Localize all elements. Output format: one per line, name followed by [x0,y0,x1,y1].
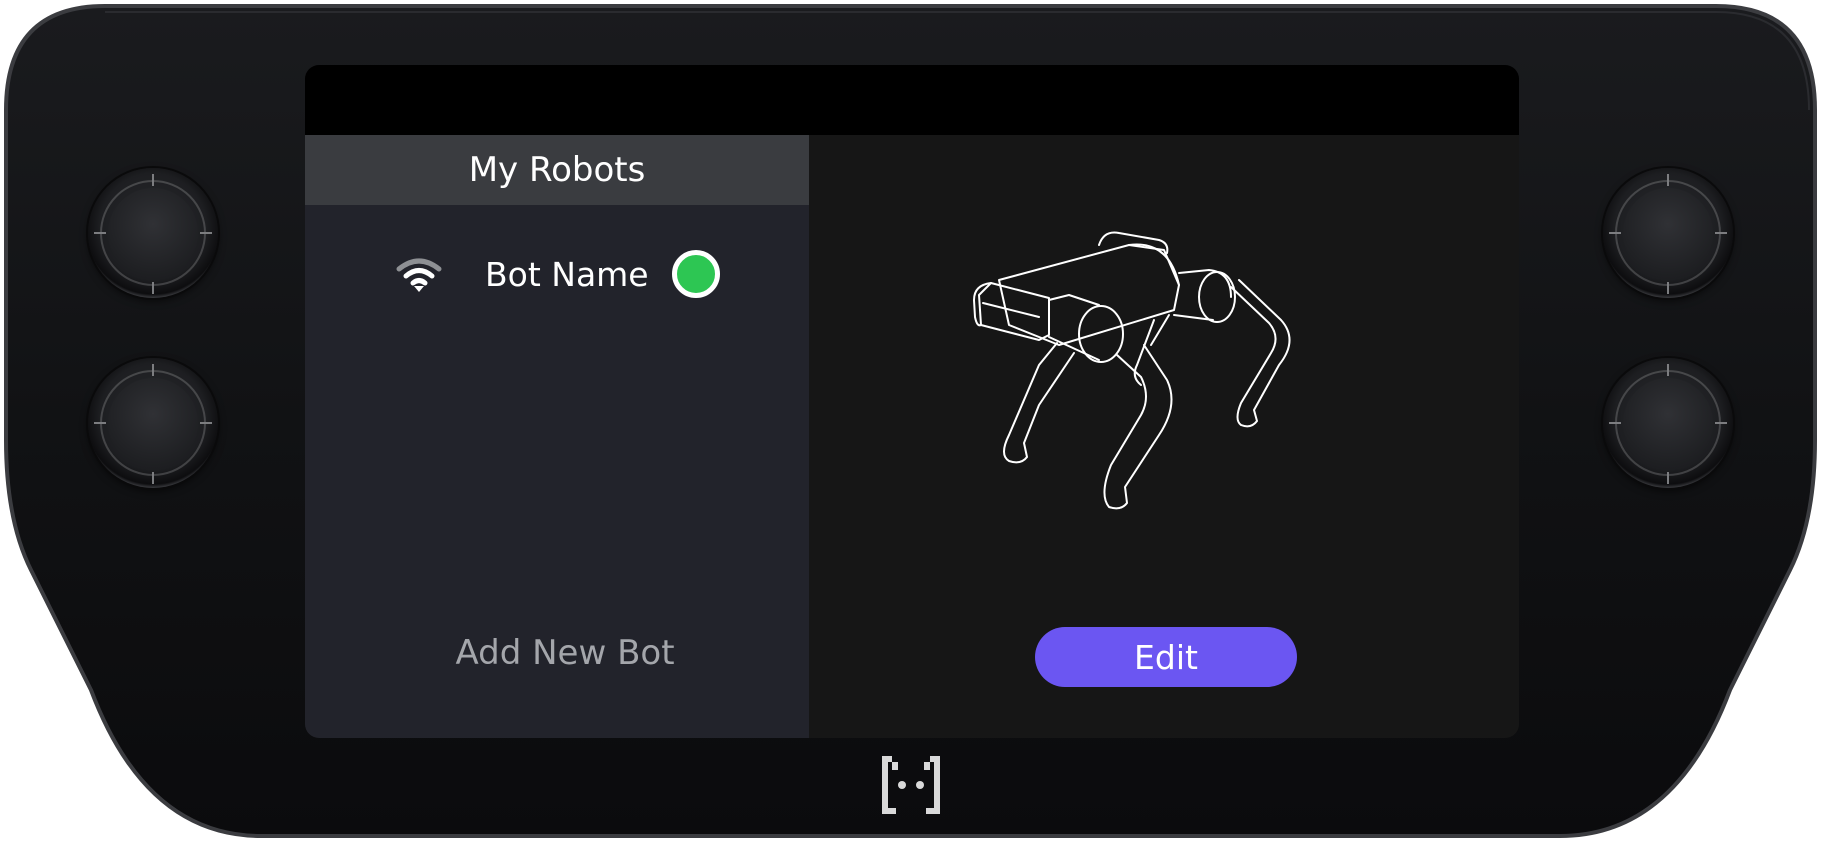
joystick-notch [94,232,106,234]
robot-list-item[interactable]: Bot Name [305,245,809,305]
joystick-notch [152,282,154,294]
right-lower-joystick[interactable] [1603,358,1733,488]
joystick-notch [152,364,154,376]
joystick-notch [1715,422,1727,424]
joystick-notch [94,422,106,424]
left-lower-joystick[interactable] [88,358,218,488]
wifi-icon [396,258,442,292]
controller-device: My Robots Bot Name Add New Bot Edit [0,0,1821,842]
add-new-bot-button[interactable]: Add New Bot [305,623,825,683]
right-upper-joystick[interactable] [1603,168,1733,298]
joystick-notch [200,232,212,234]
panel-title: My Robots [305,135,809,205]
joystick-notch [152,174,154,186]
left-upper-joystick[interactable] [88,168,218,298]
joystick-notch [1667,364,1669,376]
online-status-indicator [672,250,720,298]
joystick-notch [1715,232,1727,234]
joystick-notch [152,472,154,484]
joystick-notch [1667,174,1669,186]
robot-detail-panel: Edit [809,135,1519,738]
robot-dog-illustration [973,231,1291,510]
robot-name: Bot Name [485,255,649,294]
edit-button[interactable]: Edit [1035,627,1297,687]
joystick-notch [1667,472,1669,484]
device-screen: My Robots Bot Name Add New Bot Edit [305,65,1519,738]
robot-list-panel: My Robots Bot Name Add New Bot [305,135,809,738]
joystick-notch [200,422,212,424]
bracket-face-logo [882,756,940,814]
joystick-notch [1609,422,1621,424]
status-bar [305,65,1519,135]
joystick-notch [1609,232,1621,234]
joystick-notch [1667,282,1669,294]
